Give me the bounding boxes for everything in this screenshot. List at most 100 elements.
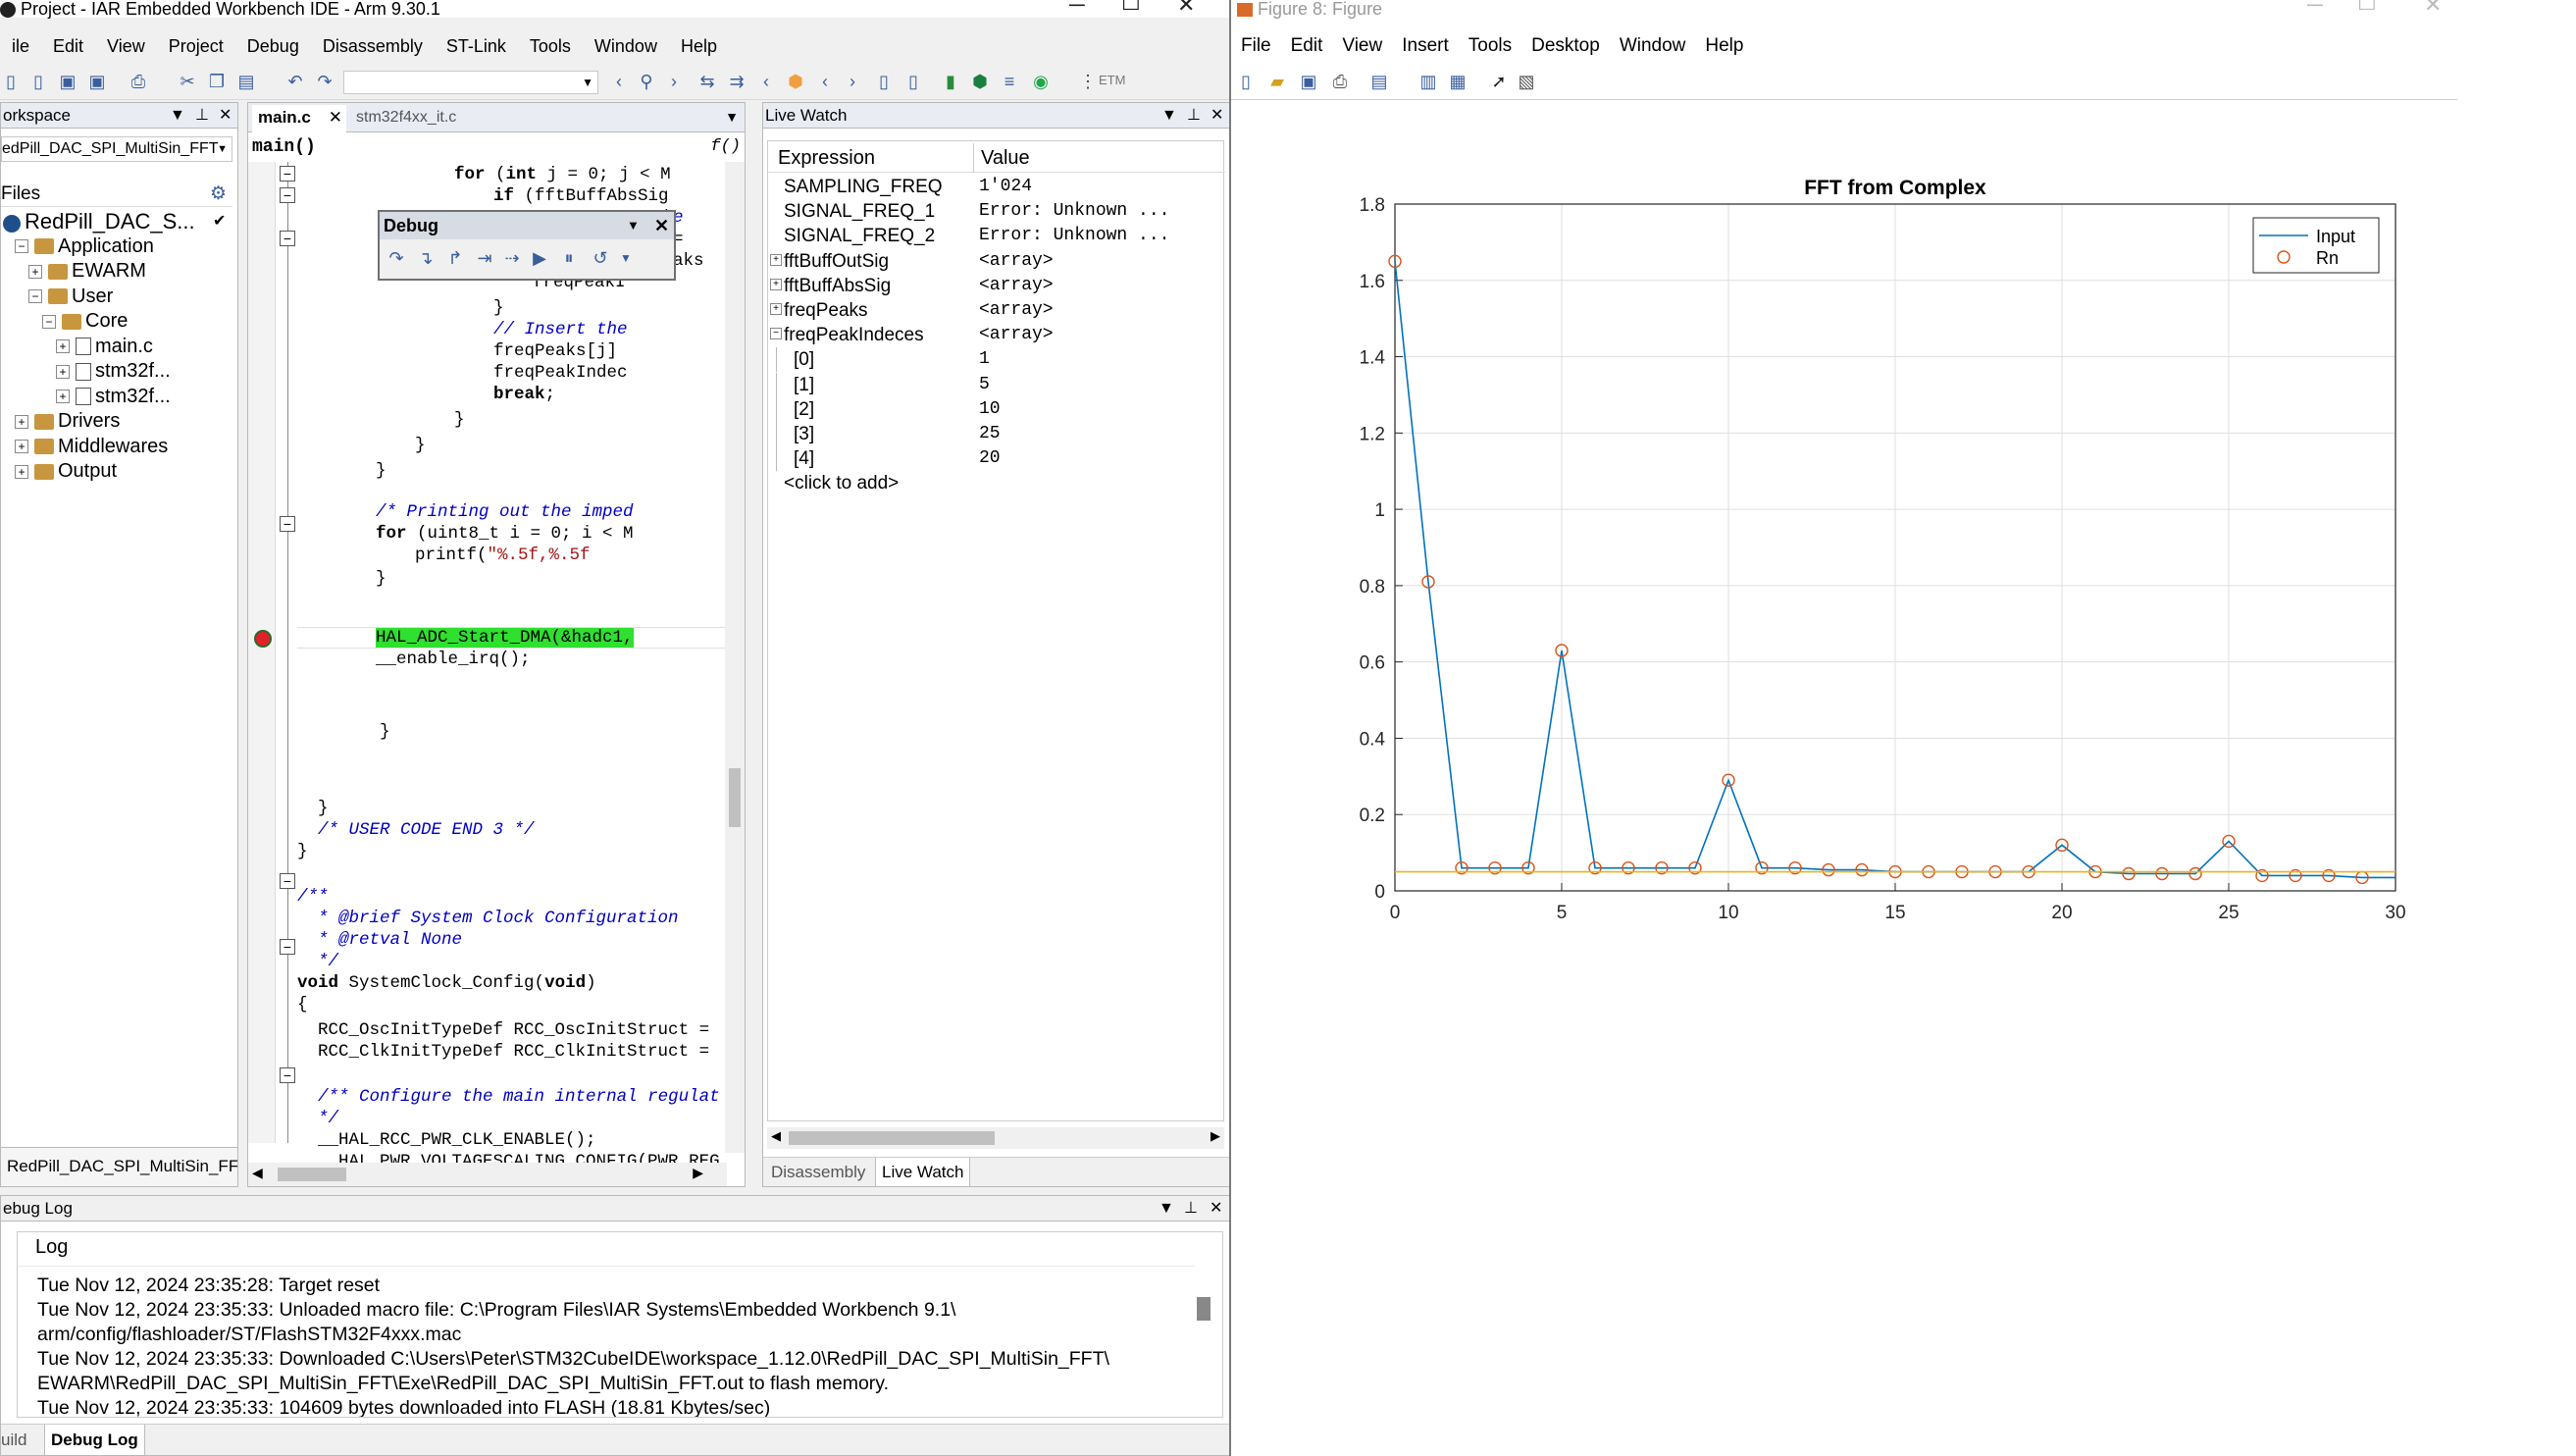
tab-build[interactable]: uild bbox=[1, 1425, 26, 1455]
goto-icon[interactable]: ⇉ bbox=[726, 71, 747, 92]
expand-icon[interactable]: + bbox=[56, 390, 70, 404]
menu-item[interactable]: ST-Link bbox=[435, 31, 518, 61]
tab-disassembly[interactable]: Disassembly bbox=[771, 1158, 865, 1186]
menu-item[interactable]: Desktop bbox=[1521, 31, 1610, 61]
tree-item[interactable]: + Middlewares bbox=[15, 435, 168, 459]
redo-icon[interactable]: ↷ bbox=[314, 71, 335, 92]
menu-item[interactable]: Insert bbox=[1392, 31, 1459, 61]
watch-row[interactable]: [0] 1 bbox=[768, 347, 1225, 373]
editor-vscrollbar[interactable] bbox=[725, 162, 745, 1153]
print-icon[interactable]: ⎙ bbox=[1329, 71, 1351, 92]
menu-item[interactable]: Window bbox=[1610, 31, 1696, 61]
collapse-icon[interactable]: − bbox=[15, 239, 28, 254]
close-icon[interactable]: ✕ bbox=[1177, 0, 1195, 16]
expand-icon[interactable]: + bbox=[15, 464, 28, 479]
expand-icon[interactable]: + bbox=[56, 339, 70, 354]
link-plot-icon[interactable]: ▤ bbox=[1368, 71, 1390, 92]
close-icon[interactable]: ✕ bbox=[2424, 0, 2442, 16]
menu-item[interactable]: Tools bbox=[518, 31, 583, 61]
colorbar-icon[interactable]: ▥ bbox=[1417, 71, 1439, 92]
pointer-icon[interactable]: ➚ bbox=[1488, 71, 1510, 92]
expand-icon[interactable]: + bbox=[28, 264, 42, 279]
save-all-icon[interactable]: ▣ bbox=[86, 71, 108, 92]
menu-item[interactable]: View bbox=[1332, 31, 1392, 61]
menu-item[interactable]: File bbox=[1231, 31, 1281, 61]
expand-icon[interactable]: + bbox=[56, 364, 70, 379]
breakpoint-shield-icon[interactable]: ⬢ bbox=[785, 71, 806, 92]
copy-icon[interactable]: ❐ bbox=[206, 71, 228, 92]
prev-bookmark-icon[interactable]: ‹ bbox=[814, 71, 836, 92]
scroll-right-icon[interactable]: ▶ bbox=[693, 1165, 703, 1181]
gear-icon[interactable]: ⚙ bbox=[210, 182, 227, 207]
step-into-icon[interactable]: ↴ bbox=[415, 247, 437, 269]
watch-row[interactable]: [3] 25 bbox=[768, 422, 1225, 446]
save-icon[interactable]: ▣ bbox=[1298, 71, 1319, 92]
tree-item[interactable]: − Application bbox=[15, 234, 154, 259]
tree-item[interactable]: RedPill_DAC_S... ✔ bbox=[1, 209, 227, 234]
scroll-thumb[interactable] bbox=[1197, 1297, 1211, 1321]
maximize-icon[interactable]: ☐ bbox=[1121, 0, 1141, 14]
maximize-icon[interactable]: ☐ bbox=[2357, 0, 2377, 14]
fold-toggle-icon[interactable]: − bbox=[280, 939, 295, 955]
function-list-button[interactable]: f() bbox=[710, 134, 741, 160]
menu-item[interactable]: Help bbox=[1695, 31, 1753, 61]
prev-icon[interactable]: ‹ bbox=[755, 71, 777, 92]
watch-row[interactable]: [2] 10 bbox=[768, 396, 1225, 422]
stop-build-icon[interactable]: ▮ bbox=[940, 71, 961, 92]
workspace-config-select[interactable]: edPill_DAC_SPI_MultiSin_FFT ▼ bbox=[1, 136, 232, 162]
debug-icon[interactable]: ⬢ bbox=[969, 71, 991, 92]
expand-icon[interactable]: + bbox=[770, 303, 782, 315]
tab-live-watch[interactable]: Live Watch bbox=[875, 1158, 971, 1186]
collapse-icon[interactable]: − bbox=[28, 289, 42, 304]
watch-row[interactable]: <click to add> bbox=[768, 471, 1225, 495]
log-area[interactable]: Log Tue Nov 12, 2024 23:35:28: Target re… bbox=[17, 1231, 1223, 1418]
property-editor-icon[interactable]: ▧ bbox=[1516, 71, 1537, 92]
nav-forward-icon[interactable]: › bbox=[663, 71, 685, 92]
fold-toggle-icon[interactable]: − bbox=[280, 166, 295, 182]
pin-icon[interactable]: ⊥ bbox=[1184, 1196, 1198, 1222]
panel-menu-icon[interactable]: ▼ bbox=[170, 103, 185, 129]
watch-row[interactable]: SIGNAL_FREQ_2 Error: Unknown ... bbox=[768, 224, 1225, 248]
tree-item[interactable]: + stm32f... bbox=[56, 385, 171, 409]
watch-row[interactable]: + freqPeaks <array> bbox=[768, 298, 1225, 323]
scroll-thumb[interactable] bbox=[789, 1131, 995, 1145]
next-bookmark-icon[interactable]: › bbox=[842, 71, 863, 92]
menu-item[interactable]: Edit bbox=[41, 31, 95, 61]
new-figure-icon[interactable]: ▯ bbox=[1235, 71, 1257, 92]
pin-icon[interactable]: ⊥ bbox=[1187, 103, 1201, 129]
save-icon[interactable]: ▣ bbox=[57, 71, 78, 92]
go-icon[interactable]: ▶ bbox=[529, 247, 550, 269]
expand-icon[interactable]: + bbox=[15, 414, 28, 429]
new-file-icon[interactable]: ▯ bbox=[27, 71, 49, 92]
menu-item[interactable]: Debug bbox=[235, 31, 311, 61]
tree-item[interactable]: + Drivers bbox=[15, 409, 120, 434]
watch-row[interactable]: SIGNAL_FREQ_1 Error: Unknown ... bbox=[768, 199, 1225, 224]
tab-stm32f4xx-it-c[interactable]: stm32f4xx_it.c bbox=[350, 105, 456, 132]
reset-icon[interactable]: ↺ bbox=[590, 247, 611, 269]
find-icon[interactable]: ⚲ bbox=[636, 71, 657, 92]
open-icon[interactable]: ▰ bbox=[1266, 71, 1288, 92]
tree-item[interactable]: + EWARM bbox=[28, 259, 146, 284]
toolbar-search-combo[interactable]: ▼ bbox=[343, 71, 598, 94]
collapse-icon[interactable]: − bbox=[770, 328, 782, 340]
watch-row[interactable]: + fftBuffOutSig <array> bbox=[768, 249, 1225, 274]
scroll-right-icon[interactable]: ▶ bbox=[1211, 1128, 1220, 1144]
expand-icon[interactable]: + bbox=[770, 253, 782, 266]
toolbar-more-icon[interactable]: ⋮ bbox=[1077, 71, 1099, 92]
step-out-icon[interactable]: ↱ bbox=[444, 247, 466, 269]
col-divider[interactable] bbox=[973, 143, 974, 173]
undo-icon[interactable]: ↶ bbox=[284, 71, 306, 92]
menu-item[interactable]: Project bbox=[157, 31, 235, 61]
break-icon[interactable]: ⏸ bbox=[558, 247, 580, 269]
close-icon[interactable]: ✕ bbox=[1210, 1196, 1222, 1222]
minimize-icon[interactable]: ─ bbox=[2307, 0, 2323, 16]
menu-item[interactable]: Help bbox=[669, 31, 729, 61]
tab-dropdown-icon[interactable]: ▼ bbox=[725, 109, 739, 125]
print-icon[interactable]: ⎙ bbox=[128, 71, 149, 92]
tab-debug-log[interactable]: Debug Log bbox=[44, 1425, 145, 1455]
fold-toggle-icon[interactable]: − bbox=[280, 231, 295, 246]
watch-scrollbar[interactable]: ◀ ▶ bbox=[767, 1127, 1224, 1149]
make-icon[interactable]: ▯ bbox=[902, 71, 924, 92]
fold-toggle-icon[interactable]: − bbox=[280, 873, 295, 889]
menu-item[interactable]: ile bbox=[0, 31, 41, 61]
